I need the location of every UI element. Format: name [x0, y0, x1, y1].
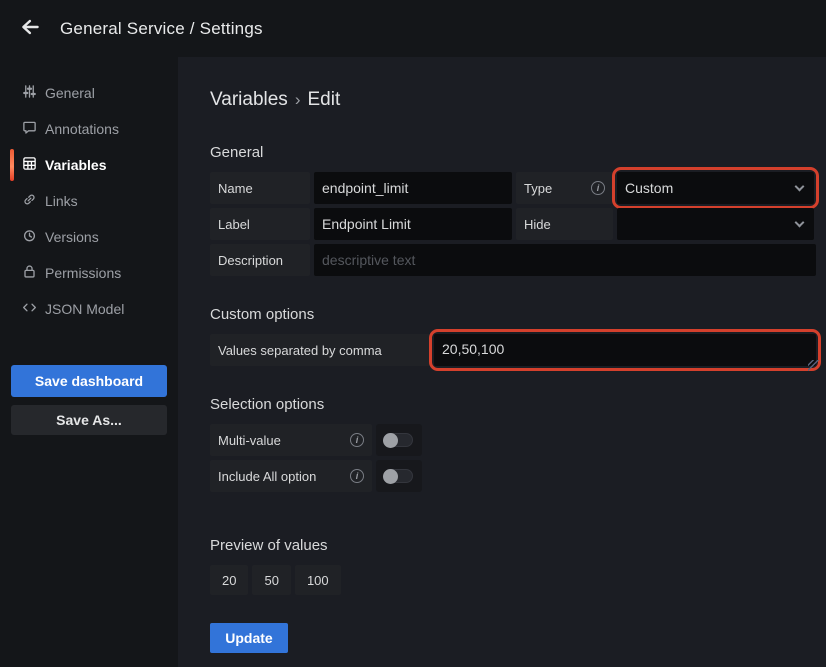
multi-value-toggle[interactable] — [376, 424, 422, 456]
preview-heading: Preview of values — [210, 537, 816, 555]
sidebar-item-label: Versions — [45, 229, 99, 245]
breadcrumb-separator: › — [295, 90, 301, 109]
arrow-left-icon — [19, 15, 43, 42]
preview-values: 20 50 100 — [210, 565, 816, 595]
description-row: Description — [210, 244, 816, 276]
description-input[interactable] — [314, 244, 816, 276]
back-button[interactable] — [14, 12, 48, 46]
preview-value-chip: 50 — [252, 565, 290, 595]
sidebar-item-general[interactable]: General — [0, 75, 178, 111]
custom-options-heading: Custom options — [210, 306, 816, 324]
name-input[interactable] — [314, 172, 512, 204]
include-all-toggle[interactable] — [376, 460, 422, 492]
sidebar-item-label: Annotations — [45, 121, 119, 137]
label-input[interactable] — [314, 208, 512, 240]
values-input-highlight: 20,50,100 — [429, 329, 821, 371]
variables-edit-panel: Variables › Edit General Name Type i Custo… — [178, 57, 826, 667]
description-label: Description — [210, 244, 310, 276]
update-button[interactable]: Update — [210, 623, 288, 653]
link-icon — [22, 192, 37, 210]
toggle-knob — [383, 433, 398, 448]
label-hide-row: Label Hide — [210, 208, 816, 240]
multi-value-row: Multi-value i — [210, 424, 816, 456]
general-section-heading: General — [210, 144, 816, 162]
sidebar-item-annotations[interactable]: Annotations — [0, 111, 178, 147]
sliders-icon — [22, 84, 37, 102]
sidebar-item-versions[interactable]: Versions — [0, 219, 178, 255]
custom-values-row: Values separated by comma 20,50,100 — [210, 334, 816, 366]
sidebar-item-variables[interactable]: Variables — [0, 147, 178, 183]
sidebar-item-label: Variables — [45, 157, 107, 173]
save-dashboard-button[interactable]: Save dashboard — [11, 365, 167, 397]
name-label: Name — [210, 172, 310, 204]
info-icon[interactable]: i — [350, 433, 364, 447]
type-select[interactable]: Custom — [617, 172, 814, 204]
hide-select[interactable] — [617, 208, 814, 240]
code-icon — [22, 300, 37, 318]
sidebar-item-label: Links — [45, 193, 78, 209]
sidebar-item-json-model[interactable]: JSON Model — [0, 291, 178, 327]
grid-icon — [22, 156, 37, 174]
chevron-down-icon — [795, 182, 805, 192]
save-as-button[interactable]: Save As... — [11, 405, 167, 435]
settings-sidebar: General Annotations Variables Links Vers… — [0, 57, 178, 667]
name-type-row: Name Type i Custom — [210, 172, 816, 204]
values-input[interactable]: 20,50,100 — [434, 334, 816, 366]
sidebar-item-label: Permissions — [45, 265, 121, 281]
breadcrumb-variables-link[interactable]: Variables — [210, 89, 288, 110]
preview-value-chip: 20 — [210, 565, 248, 595]
page-title: General Service / Settings — [60, 19, 263, 39]
include-all-label: Include All option i — [210, 460, 372, 492]
type-select-highlight: Custom — [612, 167, 819, 209]
sidebar-item-label: JSON Model — [45, 301, 124, 317]
breadcrumb-page: Edit — [307, 89, 340, 110]
sidebar-buttons: Save dashboard Save As... — [0, 365, 178, 435]
label-label: Label — [210, 208, 310, 240]
hide-label: Hide — [516, 208, 613, 240]
include-all-row: Include All option i — [210, 460, 816, 492]
toggle-knob — [383, 469, 398, 484]
comment-icon — [22, 120, 37, 138]
page-header: General Service / Settings — [0, 0, 826, 57]
values-separated-label: Values separated by comma — [210, 334, 430, 366]
chevron-down-icon — [795, 218, 805, 228]
multi-value-label: Multi-value i — [210, 424, 372, 456]
sidebar-item-links[interactable]: Links — [0, 183, 178, 219]
lock-icon — [22, 264, 37, 282]
sidebar-item-permissions[interactable]: Permissions — [0, 255, 178, 291]
selection-options-heading: Selection options — [210, 396, 816, 414]
type-label: Type i — [516, 172, 613, 204]
info-icon[interactable]: i — [591, 181, 605, 195]
info-icon[interactable]: i — [350, 469, 364, 483]
history-icon — [22, 228, 37, 246]
sidebar-item-label: General — [45, 85, 95, 101]
breadcrumb: Variables › Edit — [210, 88, 816, 112]
preview-value-chip: 100 — [295, 565, 341, 595]
